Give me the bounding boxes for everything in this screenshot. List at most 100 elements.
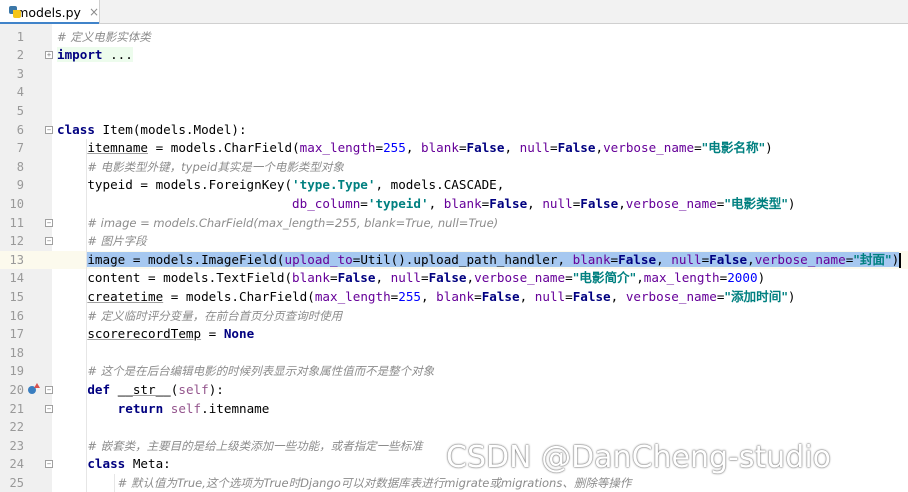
code-token: itemname — [87, 140, 149, 156]
code-line-9[interactable]: 9 typeid = models.ForeignKey('type.Type'… — [0, 176, 908, 195]
code-token: = — [565, 288, 573, 304]
code-token: False — [572, 288, 611, 304]
code-line-25[interactable]: 25 # 默认值为True,这个选项为True时Django可以对数据库表进行m… — [0, 474, 908, 492]
code-token: False — [557, 140, 596, 156]
code-line-1[interactable]: 1 # 定义电影实体类 — [0, 28, 908, 47]
code-line-8[interactable]: 8 # 电影类型外键，typeid其实是一个电影类型对象 — [0, 158, 908, 177]
code-token: upload_to — [284, 251, 353, 267]
code-token: = models.CharField( — [148, 140, 300, 156]
code-token: class — [57, 121, 95, 137]
line-number: 20 — [9, 382, 24, 397]
code-token: verbose_name — [603, 140, 695, 156]
code-token: ) — [891, 251, 900, 267]
fold-toggle-icon[interactable]: − — [45, 125, 53, 134]
code-text: # 这个是在后台编辑电影的时候列表显示对象属性值而不是整个对象 — [57, 362, 434, 381]
code-text: class Item(models.Model): — [57, 121, 247, 140]
code-token: None — [223, 326, 255, 342]
code-token: , — [610, 288, 626, 304]
code-token: ) — [765, 140, 773, 156]
code-token: verbose_name — [625, 288, 717, 304]
code-token: False — [489, 195, 528, 211]
code-text: # 电影类型外键，typeid其实是一个电影类型对象 — [57, 158, 343, 177]
code-text: return self.itemname — [57, 400, 270, 419]
fold-toggle-icon[interactable]: − — [45, 385, 53, 394]
code-text: # 图片字段 — [57, 232, 147, 251]
code-line-19[interactable]: 19 # 这个是在后台编辑电影的时候列表显示对象属性值而不是整个对象 — [0, 362, 908, 381]
code-line-3[interactable]: 3 — [0, 65, 908, 84]
code-line-18[interactable]: 18 — [0, 344, 908, 363]
code-token: , — [595, 140, 604, 156]
line-number: 22 — [9, 420, 24, 435]
code-line-22[interactable]: 22 — [0, 418, 908, 437]
override-method-icon[interactable] — [28, 382, 40, 395]
line-number: 18 — [9, 345, 24, 360]
code-token: , — [656, 251, 672, 267]
code-text: typeid = models.ForeignKey('type.Type', … — [57, 176, 504, 195]
line-number: 3 — [16, 66, 24, 81]
code-editor[interactable]: 1 # 定义电影实体类 2 import ... +3 4 5 6 class Item(mod… — [0, 24, 908, 492]
line-number: 2 — [16, 48, 24, 63]
fold-toggle-icon[interactable]: + — [45, 51, 53, 60]
code-line-6[interactable]: 6 class Item(models.Model): − — [0, 121, 908, 140]
code-line-10[interactable]: 10 db_column='typeid', blank=False, null… — [0, 195, 908, 214]
close-icon[interactable]: × — [89, 5, 99, 19]
code-token: = — [694, 140, 702, 156]
code-line-13[interactable]: 13 image = models.ImageField(upload_to=U… — [0, 250, 908, 270]
line-number: 8 — [16, 159, 24, 174]
indent-guide — [114, 473, 115, 492]
code-line-2[interactable]: 2 import ... + — [0, 46, 908, 65]
code-line-14[interactable]: 14 content = models.TextField(blank=Fals… — [0, 269, 908, 288]
code-line-15[interactable]: 15 createtime = models.CharField(max_len… — [0, 288, 908, 307]
code-token: "电影名称" — [701, 140, 766, 156]
code-line-11[interactable]: 11 # image = models.CharField(max_length… — [0, 214, 908, 233]
line-number: 14 — [9, 271, 24, 286]
code-token: # 图片字段 — [87, 234, 147, 249]
code-token: = models.CharField( — [163, 288, 315, 304]
code-line-4[interactable]: 4 — [0, 83, 908, 102]
fold-toggle-icon[interactable]: − — [45, 460, 53, 469]
code-line-17[interactable]: 17 scorerecordTemp = None — [0, 325, 908, 344]
code-token: = — [329, 270, 338, 286]
line-number: 19 — [9, 364, 24, 379]
fold-toggle-icon[interactable]: − — [45, 218, 53, 227]
code-token: class — [87, 456, 126, 472]
code-token: blank — [421, 140, 459, 156]
fold-toggle-icon[interactable]: − — [45, 237, 53, 246]
code-token: = — [375, 140, 384, 156]
code-token: = — [360, 195, 368, 211]
code-line-5[interactable]: 5 — [0, 102, 908, 121]
line-number: 6 — [16, 122, 24, 137]
line-number: 7 — [16, 141, 24, 156]
code-line-16[interactable]: 16 # 定义临时评分变量，在前台首页分页查询时使用 — [0, 307, 908, 326]
code-token: , — [504, 140, 520, 156]
code-token: , models.CASCADE, — [375, 177, 505, 193]
code-line-20[interactable]: 20 def __str__(self): − — [0, 381, 908, 400]
fold-toggle-icon[interactable]: − — [45, 404, 53, 413]
code-token: verbose_name — [625, 195, 717, 211]
code-token: verbose_name — [754, 251, 846, 267]
code-token: "封面" — [853, 251, 892, 267]
code-line-12[interactable]: 12 # 图片字段 − — [0, 232, 908, 251]
tab-models-py[interactable]: models.py × — [0, 0, 100, 25]
code-token: , — [375, 270, 391, 286]
code-token: False — [580, 195, 619, 211]
code-token: = — [610, 251, 619, 267]
code-token: # 这个是在后台编辑电影的时候列表显示对象属性值而不是整个对象 — [87, 364, 435, 379]
code-token: False — [337, 270, 376, 286]
code-token: # 定义临时评分变量，在前台首页分页查询时使用 — [87, 308, 343, 323]
code-token: Meta: — [125, 456, 171, 472]
indent-guide — [86, 139, 87, 492]
code-line-21[interactable]: 21 return self.itemname − — [0, 400, 908, 419]
code-text: # image = models.CharField(max_length=25… — [57, 214, 498, 233]
code-line-7[interactable]: 7 itemname = models.CharField(max_length… — [0, 139, 908, 158]
code-token: blank — [292, 270, 330, 286]
code-token: = — [458, 140, 467, 156]
code-token: .itemname — [201, 400, 270, 416]
code-token: = — [565, 270, 573, 286]
code-token: "电影类型" — [724, 195, 788, 211]
text-caret — [899, 252, 901, 268]
